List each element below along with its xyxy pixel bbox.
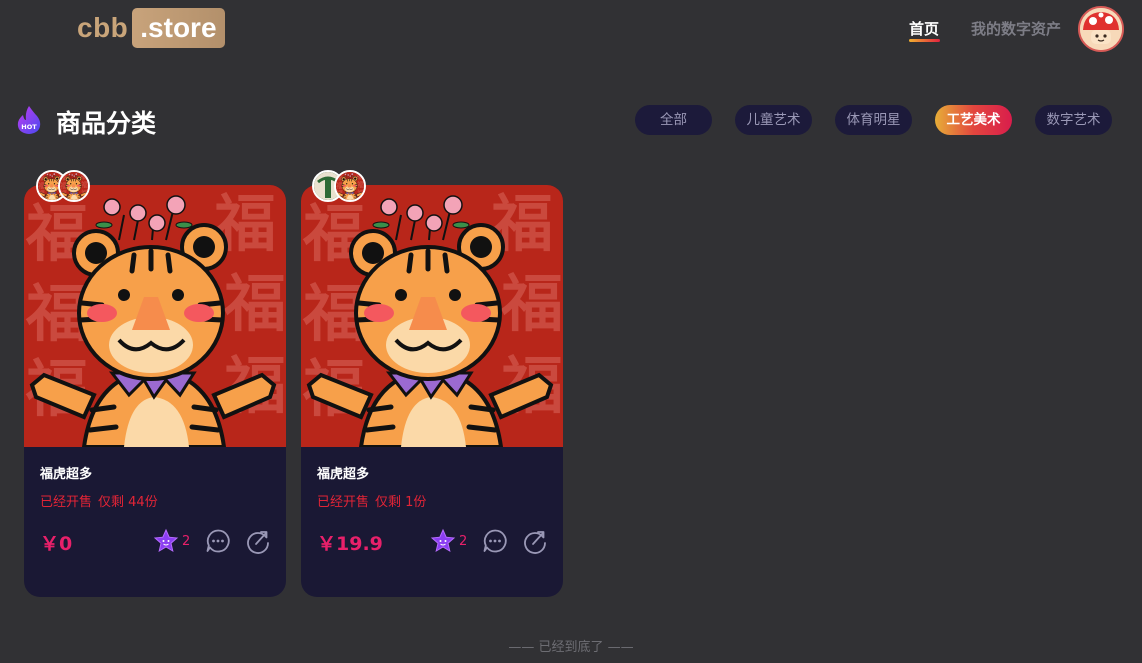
mushroom-avatar-icon — [1080, 8, 1122, 50]
user-avatar[interactable] — [1078, 6, 1124, 52]
stock-remaining: 仅剩 1份 — [375, 495, 427, 510]
nav-my-assets[interactable]: 我的数字资产 — [971, 18, 1061, 39]
product-card[interactable]: 福虎超多 已经开售 仅剩 44份 ￥0 2 — [24, 185, 286, 597]
logo-badge: .store — [132, 8, 225, 48]
sale-status: 已经开售 — [40, 495, 93, 510]
product-status: 已经开售 仅剩 44份 — [40, 491, 164, 510]
star-like-icon[interactable] — [153, 528, 179, 554]
svg-text:HOT: HOT — [21, 123, 37, 131]
product-image[interactable] — [24, 185, 286, 447]
product-status: 已经开售 仅剩 1份 — [317, 491, 432, 510]
chip-sports-stars[interactable]: 体育明星 — [835, 105, 912, 135]
chip-crafts-art[interactable]: 工艺美术 — [935, 105, 1012, 135]
nav-home[interactable]: 首页 — [909, 18, 939, 39]
stock-remaining: 仅剩 44份 — [98, 495, 158, 510]
product-price: ￥0 — [40, 533, 73, 555]
star-like-icon[interactable] — [430, 528, 456, 554]
category-title: 商品分类 — [56, 109, 157, 138]
comment-icon[interactable] — [205, 528, 231, 554]
product-name: 福虎超多 — [317, 467, 370, 482]
logo-text: cbb — [77, 12, 129, 43]
owner-avatar[interactable] — [58, 170, 90, 202]
end-of-list-note: —— 已经到底了 —— — [508, 640, 634, 655]
site-logo[interactable]: cbb .store — [77, 8, 225, 48]
like-count: 2 — [182, 534, 191, 549]
hot-flame-icon: HOT — [15, 105, 43, 135]
owner-avatar[interactable] — [334, 170, 366, 202]
sale-status: 已经开售 — [317, 495, 370, 510]
chip-all[interactable]: 全部 — [635, 105, 712, 135]
comment-icon[interactable] — [482, 528, 508, 554]
like-count: 2 — [459, 534, 468, 549]
product-name: 福虎超多 — [40, 467, 93, 482]
chip-kids-art[interactable]: 儿童艺术 — [735, 105, 812, 135]
share-icon[interactable] — [245, 528, 271, 554]
product-card[interactable]: 福虎超多 已经开售 仅剩 1份 ￥19.9 2 — [301, 185, 563, 597]
nav-active-indicator — [909, 39, 940, 42]
product-image[interactable] — [301, 185, 563, 447]
chip-digital-art[interactable]: 数字艺术 — [1035, 105, 1112, 135]
product-price: ￥19.9 — [317, 533, 383, 555]
share-icon[interactable] — [522, 528, 548, 554]
